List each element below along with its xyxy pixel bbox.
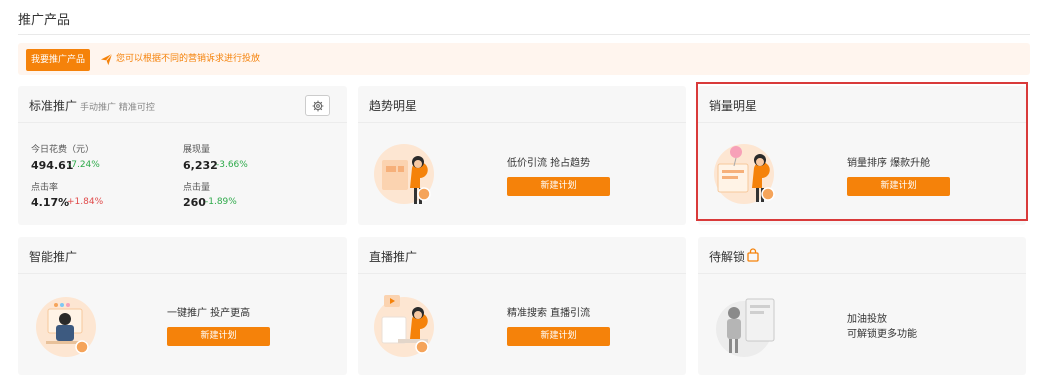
card-title: 待解锁 bbox=[709, 250, 746, 264]
card-title: 标准推广 bbox=[29, 99, 78, 113]
stat-label: 点击率 bbox=[31, 183, 59, 193]
card-description: 一键推广 投产更高 bbox=[167, 308, 251, 319]
locked-illustration bbox=[716, 298, 775, 357]
paper-plane-icon bbox=[100, 53, 113, 66]
stat-label: 展现量 bbox=[183, 145, 211, 155]
stat-change: -7.24% bbox=[68, 160, 100, 170]
smart-illustration bbox=[36, 297, 96, 357]
card-subtitle: 手动推广 精准可控 bbox=[80, 103, 155, 113]
locked-description-line2: 可解锁更多功能 bbox=[847, 329, 917, 340]
locked-description-line1: 加油投放 bbox=[847, 314, 887, 325]
card-title: 销量明星 bbox=[709, 99, 758, 113]
card-description: 低价引流 抢占趋势 bbox=[507, 158, 591, 169]
card-header: 智能推广 bbox=[18, 237, 347, 274]
notice-bar: 我要推广产品 您可以根据不同的营销诉求进行投放 bbox=[18, 43, 1030, 75]
gear-icon bbox=[312, 100, 324, 112]
stat-value: 260 bbox=[183, 196, 206, 209]
locked-feature-card: 待解锁 加油投放 可解锁更多功能 bbox=[698, 237, 1026, 375]
trend-illustration bbox=[374, 144, 434, 204]
live-illustration bbox=[374, 295, 434, 357]
stat-value: 4.17% bbox=[31, 196, 70, 209]
lock-icon bbox=[747, 248, 759, 262]
card-header: 待解锁 bbox=[698, 237, 1026, 274]
stat-value: 6,232 bbox=[183, 159, 218, 172]
card-title: 趋势明星 bbox=[369, 99, 418, 113]
notice-text: 您可以根据不同的营销诉求进行投放 bbox=[116, 54, 261, 64]
title-divider bbox=[18, 34, 1030, 35]
new-plan-button[interactable]: 新建计划 bbox=[167, 327, 270, 346]
settings-button[interactable] bbox=[305, 95, 330, 116]
card-header: 直播推广 bbox=[358, 237, 686, 274]
standard-promotion-card: 标准推广 手动推广 精准可控 今日花费（元） 494.61 -7.24% 展现量… bbox=[18, 86, 347, 225]
card-description: 销量排序 爆款升舱 bbox=[847, 158, 931, 169]
stat-change: -3.66% bbox=[216, 160, 248, 170]
stat-label: 点击量 bbox=[183, 183, 211, 193]
page-title: 推广产品 bbox=[18, 13, 71, 28]
stat-label: 今日花费（元） bbox=[31, 145, 95, 155]
smart-promotion-card: 智能推广 一键推广 投产更高 新建计划 bbox=[18, 237, 347, 375]
card-header: 标准推广 手动推广 精准可控 bbox=[18, 86, 347, 123]
sales-star-card: 销量明星 销量排序 爆款升舱 新建计划 bbox=[698, 86, 1026, 225]
live-promotion-card: 直播推广 精准搜索 直播引流 新建计划 bbox=[358, 237, 686, 375]
card-header: 趋势明星 bbox=[358, 86, 686, 123]
card-description: 精准搜索 直播引流 bbox=[507, 308, 591, 319]
sales-illustration bbox=[714, 144, 775, 204]
card-title: 智能推广 bbox=[29, 250, 78, 264]
stat-change: -1.89% bbox=[205, 197, 237, 207]
stat-change: +1.84% bbox=[67, 197, 104, 207]
card-header: 销量明星 bbox=[698, 86, 1026, 123]
trend-star-card: 趋势明星 低价引流 抢占趋势 新建计划 bbox=[358, 86, 686, 225]
promote-product-button[interactable]: 我要推广产品 bbox=[26, 49, 90, 71]
card-title: 直播推广 bbox=[369, 250, 418, 264]
new-plan-button[interactable]: 新建计划 bbox=[507, 327, 610, 346]
new-plan-button[interactable]: 新建计划 bbox=[847, 177, 950, 196]
new-plan-button[interactable]: 新建计划 bbox=[507, 177, 610, 196]
